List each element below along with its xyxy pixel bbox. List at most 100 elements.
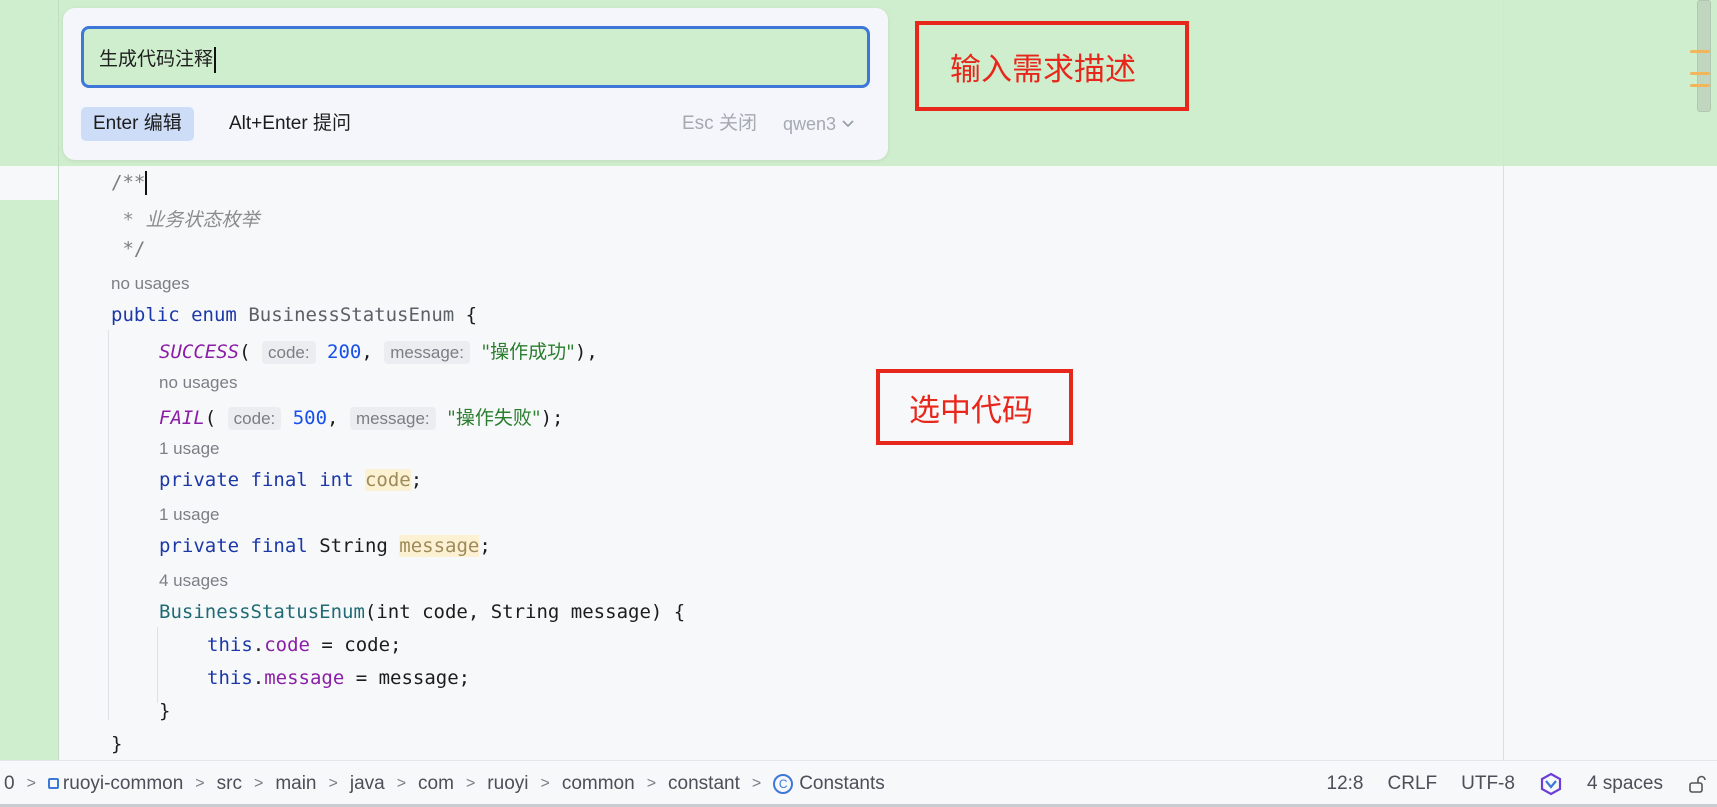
enum-constant: FAIL [159,407,205,429]
keyword: public [111,304,180,326]
code-line: */ [111,238,145,260]
field-ref: message [264,667,345,689]
field-ref: code [264,634,310,656]
punct: ), [574,341,598,363]
text-caret [145,171,148,195]
breadcrumb-item[interactable]: ruoyi-common [44,773,187,795]
ai-assistant-icon[interactable] [1539,772,1563,796]
class-icon: C [773,773,794,794]
code-line: private final int code; [159,469,422,491]
breadcrumb: 0 > ruoyi-common > src > main > java > com > r… [0,761,889,806]
semicolon: ; [410,469,423,491]
code-line: this.code = code; [207,634,402,656]
keyword: this [207,667,253,689]
chevron-right-icon: > [465,774,476,792]
model-select[interactable]: qwen3 [783,107,854,141]
number: 500 [292,407,328,429]
comment-close: */ [111,238,146,260]
param-hint: message: [384,341,470,364]
code-line: } [111,733,122,755]
breadcrumb-item[interactable]: java [346,773,389,795]
annotation-input-desc: 输入需求描述 [915,21,1189,111]
enter-edit-button[interactable]: Enter 编辑 [81,107,194,141]
comment-text: 业务状态枚举 [145,209,260,231]
number: 200 [327,341,362,363]
lock-icon[interactable] [1687,774,1707,794]
usage-hint[interactable]: 1 usage [159,439,220,459]
breadcrumb-item[interactable]: 0 [0,773,19,795]
param-hint: code: [227,407,282,430]
breadcrumb-item-label: Constants [799,772,885,794]
usage-hint[interactable]: 4 usages [159,571,228,591]
indent-guide [157,627,158,703]
breadcrumb-item-label: ruoyi-common [62,772,184,794]
param-hint: message: [349,407,436,430]
keyword: int [319,469,354,491]
code-line: FAIL( code: 500, message: "操作失败"); [159,403,563,430]
field-name: code [364,469,411,491]
assignment: = code; [309,634,402,656]
brace: } [111,733,123,755]
usage-hint[interactable]: no usages [159,373,237,393]
line-separator[interactable]: CRLF [1388,773,1438,795]
breadcrumb-item[interactable]: C Constants [769,773,889,795]
scroll-marker [1690,72,1710,75]
chevron-right-icon: > [195,774,205,792]
breadcrumb-item[interactable]: main [271,773,320,795]
comma: , [361,341,385,363]
breadcrumb-item[interactable]: constant [664,773,744,795]
paren: ( [239,341,251,363]
chevron-down-icon [842,120,854,128]
code-line: /** [111,171,148,195]
status-bar: 0 > ruoyi-common > src > main > java > com > r… [0,760,1717,807]
prompt-input[interactable]: 生成代码注释 [81,26,870,88]
indent-setting[interactable]: 4 spaces [1587,773,1663,795]
caret-position[interactable]: 12:8 [1327,773,1364,795]
code-line: public enum BusinessStatusEnum { [111,304,477,326]
code-line: SUCCESS( code: 200, message: "操作成功"), [159,337,598,364]
keyword: final [250,469,308,491]
keyword: private [159,535,240,557]
scroll-marker [1690,50,1710,53]
file-encoding[interactable]: UTF-8 [1461,773,1515,795]
brace: { [454,304,478,326]
code-line: } [159,700,170,722]
breadcrumb-item[interactable]: common [558,773,639,795]
chevron-right-icon: > [396,774,407,792]
usage-hint[interactable]: no usages [111,274,189,294]
code-line: this.message = message; [207,667,471,689]
comma: , [327,407,350,429]
string: "操作失败" [447,407,541,429]
comment-open: /** [111,171,146,194]
usage-hint[interactable]: 1 usage [159,505,220,525]
code-line: private final String message; [159,535,491,557]
module-icon [47,777,59,789]
model-select-value: qwen3 [783,114,837,134]
punct: ); [540,407,564,429]
scroll-marker [1690,84,1710,87]
code-line: * 业务状态枚举 [111,205,259,232]
chevron-right-icon: > [751,774,762,792]
keyword: this [207,634,253,656]
param-hint: code: [261,341,316,364]
breadcrumb-item[interactable]: src [213,773,246,795]
breadcrumb-item[interactable]: ruoyi [483,773,532,795]
esc-close-button[interactable]: Esc 关闭 [682,107,757,141]
annotation-selected-code-label: 选中代码 [909,392,1033,429]
code-line: BusinessStatusEnum(int code, String mess… [159,601,685,623]
field-name: message [399,535,480,557]
chevron-right-icon: > [540,774,550,792]
status-widgets: 12:8 CRLF UTF-8 4 spaces [1327,761,1717,806]
chevron-right-icon: > [646,774,657,792]
string: "操作成功" [481,341,575,363]
right-margin-guide [1503,0,1504,760]
vertical-scrollbar[interactable] [1697,0,1711,112]
chevron-right-icon: > [26,774,36,792]
keyword: final [250,535,308,557]
constructor-params: (int code, String message) { [364,601,686,623]
gutter-current-line [0,166,58,200]
chevron-right-icon: > [253,774,264,792]
keyword: enum [191,304,237,326]
breadcrumb-item[interactable]: com [414,773,458,795]
alt-enter-ask-button[interactable]: Alt+Enter 提问 [223,107,357,141]
